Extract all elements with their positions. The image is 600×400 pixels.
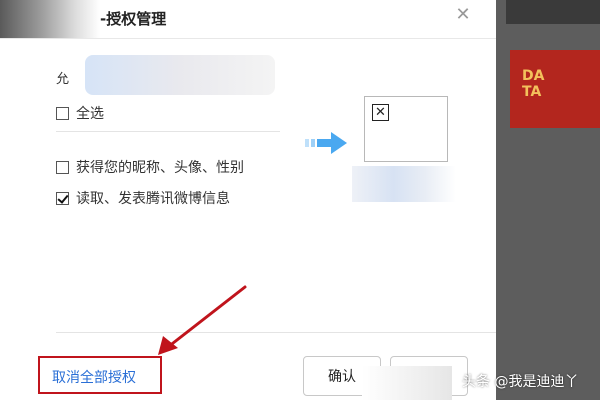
highlight-box: [38, 356, 162, 394]
blurred-app-info: [85, 55, 275, 95]
footer-divider: [56, 332, 496, 333]
permission-row-profile[interactable]: 获得您的昵称、头像、性别: [56, 157, 244, 177]
background-header: [506, 0, 600, 24]
arrow-right-icon: [305, 132, 347, 154]
select-all-row[interactable]: 全选: [56, 103, 104, 123]
blurred-preview-caption: [352, 166, 456, 202]
dialog-title: -授权管理: [100, 10, 167, 28]
permission-profile-label: 获得您的昵称、头像、性别: [76, 160, 244, 176]
select-all-label: 全选: [76, 106, 104, 122]
dialog-title-bar: -授权管理 ✕: [0, 0, 496, 39]
allow-label: 允: [56, 72, 70, 87]
permission-row-weibo[interactable]: 读取、发表腾讯微博信息: [56, 188, 230, 208]
blurred-button-area: [362, 366, 452, 400]
blurred-app-name: [0, 0, 100, 38]
authorization-dialog: -授权管理 ✕ 允 全选 获得您的昵称、头像、性别 读取、发表腾讯微博信息 ✕ …: [0, 0, 496, 400]
permission-weibo-checkbox[interactable]: [56, 191, 69, 205]
close-icon[interactable]: ✕: [452, 4, 474, 26]
permission-profile-checkbox[interactable]: [56, 160, 69, 174]
watermark: 头条 @我是迪迪丫: [462, 374, 579, 390]
select-all-checkbox[interactable]: [56, 106, 69, 120]
background-banner: DA TA: [510, 50, 600, 128]
broken-image-icon: ✕: [372, 104, 389, 121]
permission-weibo-label: 读取、发表腾讯微博信息: [76, 191, 230, 207]
background-banner-text: DA TA: [522, 68, 545, 100]
divider: [56, 131, 280, 132]
